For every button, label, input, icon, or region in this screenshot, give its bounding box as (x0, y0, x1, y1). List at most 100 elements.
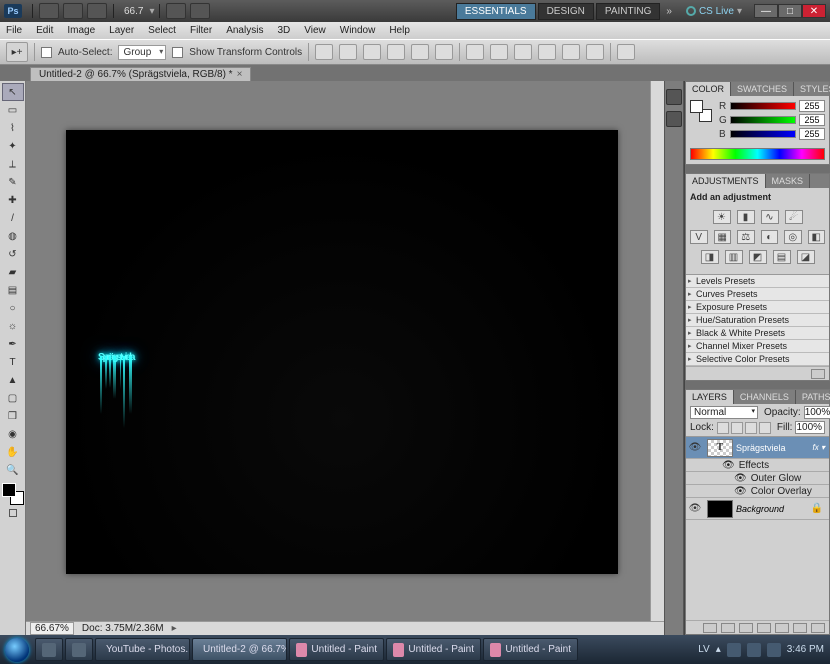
selective-color-icon[interactable]: ◪ (797, 250, 815, 264)
eyedropper-tool[interactable]: ✎ (2, 173, 24, 191)
document-canvas[interactable]: Sprägstviela (66, 130, 618, 574)
window-close-button[interactable]: ✕ (802, 4, 826, 18)
pinned-explorer[interactable] (35, 638, 63, 661)
delete-layer-icon[interactable] (811, 623, 825, 633)
menu-view[interactable]: View (304, 25, 326, 36)
tab-masks[interactable]: MASKS (766, 174, 811, 188)
view-extras-icon[interactable] (166, 3, 186, 19)
bw-icon[interactable]: ◐ (761, 230, 779, 244)
task-paint-1[interactable]: Untitled - Paint (289, 638, 384, 661)
align-left-icon[interactable] (387, 44, 405, 60)
distribute-right-icon[interactable] (586, 44, 604, 60)
effect-outer-glow[interactable]: 👁Outer Glow (686, 472, 829, 485)
menu-image[interactable]: Image (67, 25, 95, 36)
color-balance-icon[interactable]: ⚖ (737, 230, 755, 244)
preset-mixer[interactable]: Channel Mixer Presets (686, 340, 829, 353)
preset-bw[interactable]: Black & White Presets (686, 327, 829, 340)
gradient-tool[interactable]: ▤ (2, 281, 24, 299)
menu-edit[interactable]: Edit (36, 25, 53, 36)
lock-position-icon[interactable] (745, 422, 757, 434)
auto-select-mode[interactable]: Group (118, 45, 166, 60)
window-maximize-button[interactable]: □ (778, 4, 802, 18)
tab-adjustments[interactable]: ADJUSTMENTS (686, 174, 766, 188)
distribute-top-icon[interactable] (466, 44, 484, 60)
hue-icon[interactable]: ▦ (714, 230, 732, 244)
tab-swatches[interactable]: SWATCHES (731, 82, 794, 96)
tray-icon[interactable] (747, 643, 761, 657)
align-bottom-icon[interactable] (363, 44, 381, 60)
distribute-hcenter-icon[interactable] (562, 44, 580, 60)
visibility-icon[interactable]: 👁 (686, 503, 704, 514)
layer-thumbnail[interactable] (707, 500, 733, 518)
channel-mixer-icon[interactable]: ◧ (808, 230, 826, 244)
lock-transparency-icon[interactable] (717, 422, 729, 434)
lock-all-icon[interactable] (759, 422, 771, 434)
group-icon[interactable] (775, 623, 789, 633)
preset-curves[interactable]: Curves Presets (686, 288, 829, 301)
photo-filter-icon[interactable]: ◎ (784, 230, 802, 244)
workspace-essentials[interactable]: ESSENTIALS (456, 3, 536, 20)
menu-analysis[interactable]: Analysis (226, 25, 263, 36)
workspace-design[interactable]: DESIGN (538, 3, 594, 20)
language-indicator[interactable]: LV (698, 644, 710, 655)
path-select-tool[interactable]: ▲ (2, 371, 24, 389)
adj-footer-icon[interactable] (811, 369, 825, 379)
pinned-app[interactable] (65, 638, 93, 661)
crop-tool[interactable]: ⟂ (2, 155, 24, 173)
preset-hue[interactable]: Hue/Saturation Presets (686, 314, 829, 327)
g-value[interactable]: 255 (799, 114, 825, 126)
distribute-vcenter-icon[interactable] (490, 44, 508, 60)
zoom-display[interactable]: 66.7 (124, 6, 143, 17)
bridge-icon[interactable] (39, 3, 59, 19)
menu-window[interactable]: Window (340, 25, 376, 36)
menu-filter[interactable]: Filter (190, 25, 212, 36)
visibility-icon[interactable]: 👁 (686, 442, 704, 453)
shape-tool[interactable]: ▢ (2, 389, 24, 407)
layer-thumbnail[interactable]: T (707, 439, 733, 457)
move-tool-icon[interactable]: ▸+ (6, 42, 28, 62)
3d-tool[interactable]: ❒ (2, 407, 24, 425)
align-top-icon[interactable] (315, 44, 333, 60)
preset-exposure[interactable]: Exposure Presets (686, 301, 829, 314)
blend-mode-select[interactable]: Normal (690, 406, 758, 419)
preset-selective[interactable]: Selective Color Presets (686, 353, 829, 366)
volume-icon[interactable] (767, 643, 781, 657)
show-transform-checkbox[interactable] (172, 47, 183, 58)
distribute-left-icon[interactable] (538, 44, 556, 60)
task-paint-3[interactable]: Untitled - Paint (483, 638, 578, 661)
hand-tool[interactable]: ✋ (2, 443, 24, 461)
lock-pixels-icon[interactable] (731, 422, 743, 434)
vertical-scrollbar[interactable] (650, 81, 664, 621)
tray-up-icon[interactable]: ▴ (716, 644, 721, 655)
3d-camera-tool[interactable]: ◉ (2, 425, 24, 443)
b-value[interactable]: 255 (799, 128, 825, 140)
history-brush-tool[interactable]: ↺ (2, 245, 24, 263)
tab-paths[interactable]: PATHS (796, 390, 830, 404)
tab-layers[interactable]: LAYERS (686, 390, 734, 404)
workspace-painting[interactable]: PAINTING (596, 3, 660, 20)
task-photoshop[interactable]: Untitled-2 @ 66.7%... (192, 638, 287, 661)
cs-live-button[interactable]: CS Live▾ (686, 6, 742, 17)
zoom-tool[interactable]: 🔍 (2, 461, 24, 479)
link-layers-icon[interactable] (703, 623, 717, 633)
color-swatches[interactable] (2, 483, 24, 505)
fill-value[interactable]: 100% (795, 421, 825, 434)
auto-select-checkbox[interactable] (41, 47, 52, 58)
eraser-tool[interactable]: ▰ (2, 263, 24, 281)
pen-tool[interactable]: ✒ (2, 335, 24, 353)
type-tool[interactable]: T (2, 353, 24, 371)
r-value[interactable]: 255 (799, 100, 825, 112)
layer-text[interactable]: 👁 T Sprägstviela fx ▾ (686, 437, 829, 459)
vibrance-icon[interactable]: V (690, 230, 708, 244)
brightness-icon[interactable]: ☀ (713, 210, 731, 224)
start-button[interactable] (0, 635, 34, 664)
tab-styles[interactable]: STYLES (794, 82, 830, 96)
posterize-icon[interactable]: ▥ (725, 250, 743, 264)
b-slider[interactable] (730, 130, 796, 138)
minibridge-icon[interactable] (63, 3, 83, 19)
status-zoom[interactable]: 66.67% (30, 622, 74, 635)
layer-style-icon[interactable] (721, 623, 735, 633)
menu-3d[interactable]: 3D (277, 25, 290, 36)
tab-channels[interactable]: CHANNELS (734, 390, 796, 404)
screen-mode-icon[interactable] (87, 3, 107, 19)
